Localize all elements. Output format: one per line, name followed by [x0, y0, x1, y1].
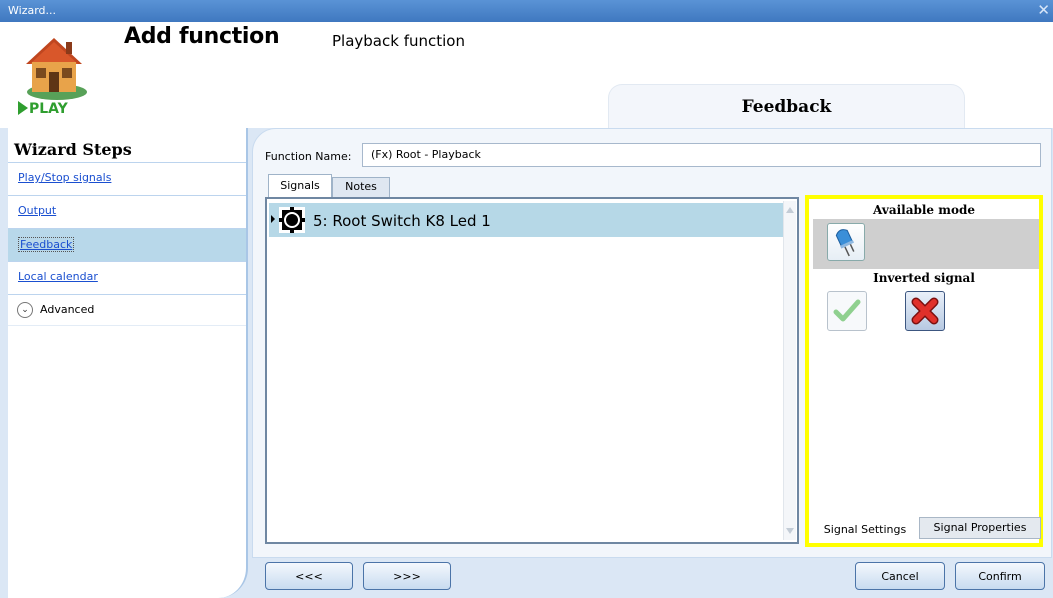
- scroll-up-icon[interactable]: [786, 207, 794, 213]
- inverted-no-button[interactable]: [905, 291, 945, 331]
- sidebar-item-local-calendar[interactable]: Local calendar: [8, 261, 246, 294]
- function-name-input[interactable]: (Fx) Root - Playback: [362, 143, 1041, 167]
- advanced-label: Advanced: [40, 303, 95, 316]
- wizard-steps-title: Wizard Steps: [14, 140, 132, 159]
- wizard-steps-sidebar: Wizard Steps Play/Stop signals Output Fe…: [8, 128, 248, 598]
- sidebar-item-feedback[interactable]: Feedback: [8, 228, 246, 261]
- inverted-yes-button[interactable]: [827, 291, 867, 331]
- sidebar-item-label[interactable]: Output: [18, 204, 56, 217]
- sidebar-item-output[interactable]: Output: [8, 195, 246, 228]
- available-mode-title: Available mode: [873, 203, 975, 217]
- page-subtitle: Playback function: [332, 32, 465, 50]
- cancel-button[interactable]: Cancel: [855, 562, 945, 590]
- confirm-button[interactable]: Confirm: [955, 562, 1045, 590]
- signal-settings-panel: Available mode Inverted signal Signal Se…: [805, 195, 1043, 547]
- logo-text: PLAY: [29, 101, 68, 117]
- tab-signal-properties[interactable]: Signal Properties: [919, 517, 1041, 539]
- scroll-down-icon[interactable]: [786, 528, 794, 534]
- tab-signal-settings[interactable]: Signal Settings: [815, 519, 915, 541]
- list-item[interactable]: 5: Root Switch K8 Led 1: [269, 203, 785, 237]
- play-logo-label: PLAY: [18, 101, 68, 117]
- signals-scrollbar[interactable]: [783, 201, 796, 540]
- next-button[interactable]: >>>: [363, 562, 451, 590]
- house-icon: [18, 32, 96, 132]
- title-bar: Wizard... ✕: [0, 0, 1053, 22]
- sidebar-item-label[interactable]: Feedback: [18, 237, 75, 252]
- page-title: Add function: [124, 24, 280, 49]
- current-step-tab: Feedback: [608, 84, 965, 129]
- sidebar-item-label[interactable]: Play/Stop signals: [18, 171, 111, 184]
- checkmark-icon: [828, 299, 866, 334]
- tab-signals[interactable]: Signals: [268, 174, 332, 198]
- current-step-label: Feedback: [741, 97, 832, 117]
- close-icon[interactable]: ✕: [1037, 2, 1050, 18]
- signal-led-icon: [279, 207, 305, 233]
- window-title: Wizard...: [8, 4, 57, 17]
- advanced-toggle[interactable]: ⌄ Advanced: [8, 294, 246, 326]
- row-selector-arrow-icon: [271, 215, 275, 223]
- wizard-window: Wizard... ✕ PLAY Add function Playback f…: [0, 0, 1053, 598]
- led-icon: [828, 229, 864, 264]
- function-name-label: Function Name:: [265, 150, 352, 163]
- signals-list: 5: Root Switch K8 Led 1: [265, 197, 799, 544]
- tab-notes[interactable]: Notes: [332, 177, 390, 197]
- signal-label: 5: Root Switch K8 Led 1: [313, 212, 491, 230]
- chevron-down-icon[interactable]: ⌄: [17, 302, 33, 318]
- sidebar-item-play-stop-signals[interactable]: Play/Stop signals: [8, 162, 246, 195]
- led-mode-button[interactable]: [827, 223, 865, 261]
- play-triangle-icon: [18, 101, 28, 115]
- inverted-signal-title: Inverted signal: [873, 271, 975, 285]
- previous-button[interactable]: <<<: [265, 562, 353, 590]
- sidebar-item-label[interactable]: Local calendar: [18, 270, 98, 283]
- red-x-icon: [906, 297, 944, 334]
